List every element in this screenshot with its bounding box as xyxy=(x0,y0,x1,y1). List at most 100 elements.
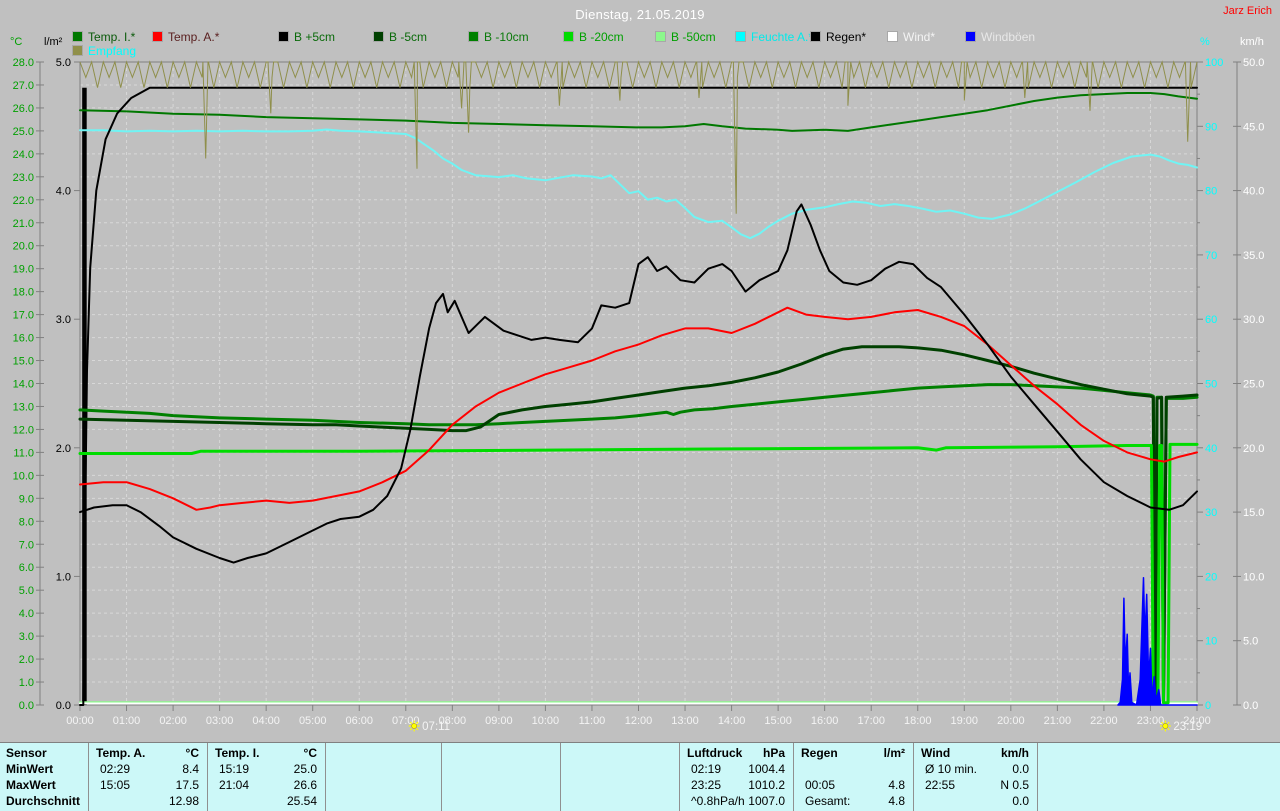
axis-tick-label: 23.0 xyxy=(13,172,34,184)
axis-tick-label: 12.0 xyxy=(13,424,34,436)
axis-tick-label: 5.0 xyxy=(19,585,34,597)
axis-tick-label: 13.0 xyxy=(13,401,34,413)
axis-tick-label: 01:00 xyxy=(113,715,141,727)
axis-tick-label: 0.0 xyxy=(19,700,34,712)
axis-tick-label: 20.0 xyxy=(13,241,34,253)
summary-table: SensorMinWertMaxWertDurchschnittTemp. A.… xyxy=(0,742,1280,811)
axis-tick-label: 10:00 xyxy=(532,715,560,727)
axis-tick-label: 50 xyxy=(1205,379,1217,391)
axis-tick-label: 7.0 xyxy=(19,539,34,551)
axis-tick-label: 25.0 xyxy=(1243,379,1264,391)
axis-tick-label: 3.0 xyxy=(56,314,71,326)
axis-tick-label: 0.0 xyxy=(1243,700,1258,712)
summary-sensor-unit: °C xyxy=(186,746,199,760)
axis-tick-label: 0.0 xyxy=(56,700,71,712)
summary-measure-value: 12.98 xyxy=(169,794,199,808)
axis-tick-label: 30.0 xyxy=(1243,314,1264,326)
summary-measure-value: 0.0 xyxy=(1012,762,1029,776)
axis-tick-label: 22:00 xyxy=(1090,715,1118,727)
summary-time-value: 15:05 xyxy=(100,778,130,792)
axis-tick-label: 11.0 xyxy=(13,447,34,459)
table-separator xyxy=(207,743,208,811)
summary-time-value: 22:55 xyxy=(925,778,955,792)
axis-tick-label: 1.0 xyxy=(19,677,34,689)
axis-tick-label: 11:00 xyxy=(579,715,606,727)
summary-measure-value: 4.8 xyxy=(888,794,905,808)
summary-sensor-unit: °C xyxy=(304,746,317,760)
axis-tick-label: 22.0 xyxy=(13,195,34,207)
axis-tick-label: 70 xyxy=(1205,250,1217,262)
axis-tick-label: 03:00 xyxy=(206,715,234,727)
axis-tick-label: 02:00 xyxy=(159,715,187,727)
axis-tick-label: 5.0 xyxy=(1243,636,1258,648)
summary-measure-value: 25.0 xyxy=(294,762,317,776)
axis-tick-label: 26.0 xyxy=(13,103,34,115)
summary-time-value: Gesamt: xyxy=(805,794,850,808)
axis-tick-label: 21.0 xyxy=(13,218,34,230)
axis-tick-label: 14:00 xyxy=(718,715,746,727)
axis-tick-label: 04:00 xyxy=(252,715,280,727)
axis-tick-label: 19.0 xyxy=(13,264,34,276)
summary-time-value: 00:05 xyxy=(805,778,835,792)
summary-time-value: 23:25 xyxy=(691,778,721,792)
axis-tick-label: 27.0 xyxy=(13,80,34,92)
summary-measure-value: N 0.5 xyxy=(1000,778,1029,792)
axis-tick-label: 90 xyxy=(1205,121,1217,133)
axis-tick-label: 100 xyxy=(1205,57,1223,69)
weather-app-window: Dienstag, 21.05.2019 Jarz Erich °C l/m² … xyxy=(0,0,1280,810)
axis-tick-label: 20:00 xyxy=(997,715,1025,727)
axis-tick-label: 16:00 xyxy=(811,715,839,727)
axis-tick-label: 9.0 xyxy=(19,493,34,505)
axis-tick-label: 18:00 xyxy=(904,715,932,727)
summary-measure-value: 26.6 xyxy=(294,778,317,792)
axis-tick-label: 5.0 xyxy=(56,57,71,69)
summary-sensor-unit: km/h xyxy=(1001,746,1029,760)
axis-tick-label: 18.0 xyxy=(13,287,34,299)
summary-sensor-name: Temp. I. xyxy=(215,746,259,760)
weather-chart: 0.01.02.03.04.05.06.07.08.09.010.011.012… xyxy=(0,0,1280,742)
axis-tick-label: 23:00 xyxy=(1137,715,1165,727)
summary-measure-value: 8.4 xyxy=(182,762,199,776)
axis-tick-label: 45.0 xyxy=(1243,121,1264,133)
table-separator xyxy=(1037,743,1038,811)
summary-time-value: ^0.8hPa/h xyxy=(691,794,745,808)
axis-tick-label: 12:00 xyxy=(625,715,653,727)
axis-tick-label: 10 xyxy=(1205,636,1217,648)
table-separator xyxy=(793,743,794,811)
summary-sensor-unit: l/m² xyxy=(884,746,905,760)
table-separator xyxy=(560,743,561,811)
axis-tick-label: 09:00 xyxy=(485,715,513,727)
summary-measure-value: 1007.0 xyxy=(748,794,785,808)
axis-tick-label: 24.0 xyxy=(13,149,34,161)
axis-tick-label: 6.0 xyxy=(19,562,34,574)
axis-tick-label: 3.0 xyxy=(19,631,34,643)
table-separator xyxy=(913,743,914,811)
summary-sensor-name: Wind xyxy=(921,746,950,760)
axis-tick-label: 0 xyxy=(1205,700,1211,712)
summary-measure-value: 1004.4 xyxy=(748,762,785,776)
axis-tick-label: 4.0 xyxy=(56,186,71,198)
axis-tick-label: 15.0 xyxy=(13,356,34,368)
summary-measure-value: 25.54 xyxy=(287,794,317,808)
axis-tick-label: 4.0 xyxy=(19,608,34,620)
axis-tick-label: 21:00 xyxy=(1044,715,1072,727)
axis-tick-label: 13:00 xyxy=(671,715,699,727)
axis-tick-label: 20 xyxy=(1205,571,1217,583)
table-separator xyxy=(441,743,442,811)
sunrise-marker xyxy=(409,721,420,732)
summary-measure-value: 0.0 xyxy=(1012,794,1029,808)
summary-measure-value: 17.5 xyxy=(176,778,199,792)
axis-tick-label: 80 xyxy=(1205,186,1217,198)
axis-tick-label: 06:00 xyxy=(345,715,373,727)
axis-tick-label: 10.0 xyxy=(13,470,34,482)
axis-tick-label: 05:00 xyxy=(299,715,327,727)
table-separator xyxy=(325,743,326,811)
axis-tick-label: 07:11 xyxy=(422,721,450,733)
sunset-marker xyxy=(1160,721,1171,732)
axis-tick-label: 1.0 xyxy=(56,571,71,583)
summary-sensor-name: Temp. A. xyxy=(96,746,145,760)
axis-tick-label: 8.0 xyxy=(19,516,34,528)
summary-time-value: 15:19 xyxy=(219,762,249,776)
axis-tick-label: 15:00 xyxy=(764,715,792,727)
axis-tick-label: 23:19 xyxy=(1173,721,1202,733)
